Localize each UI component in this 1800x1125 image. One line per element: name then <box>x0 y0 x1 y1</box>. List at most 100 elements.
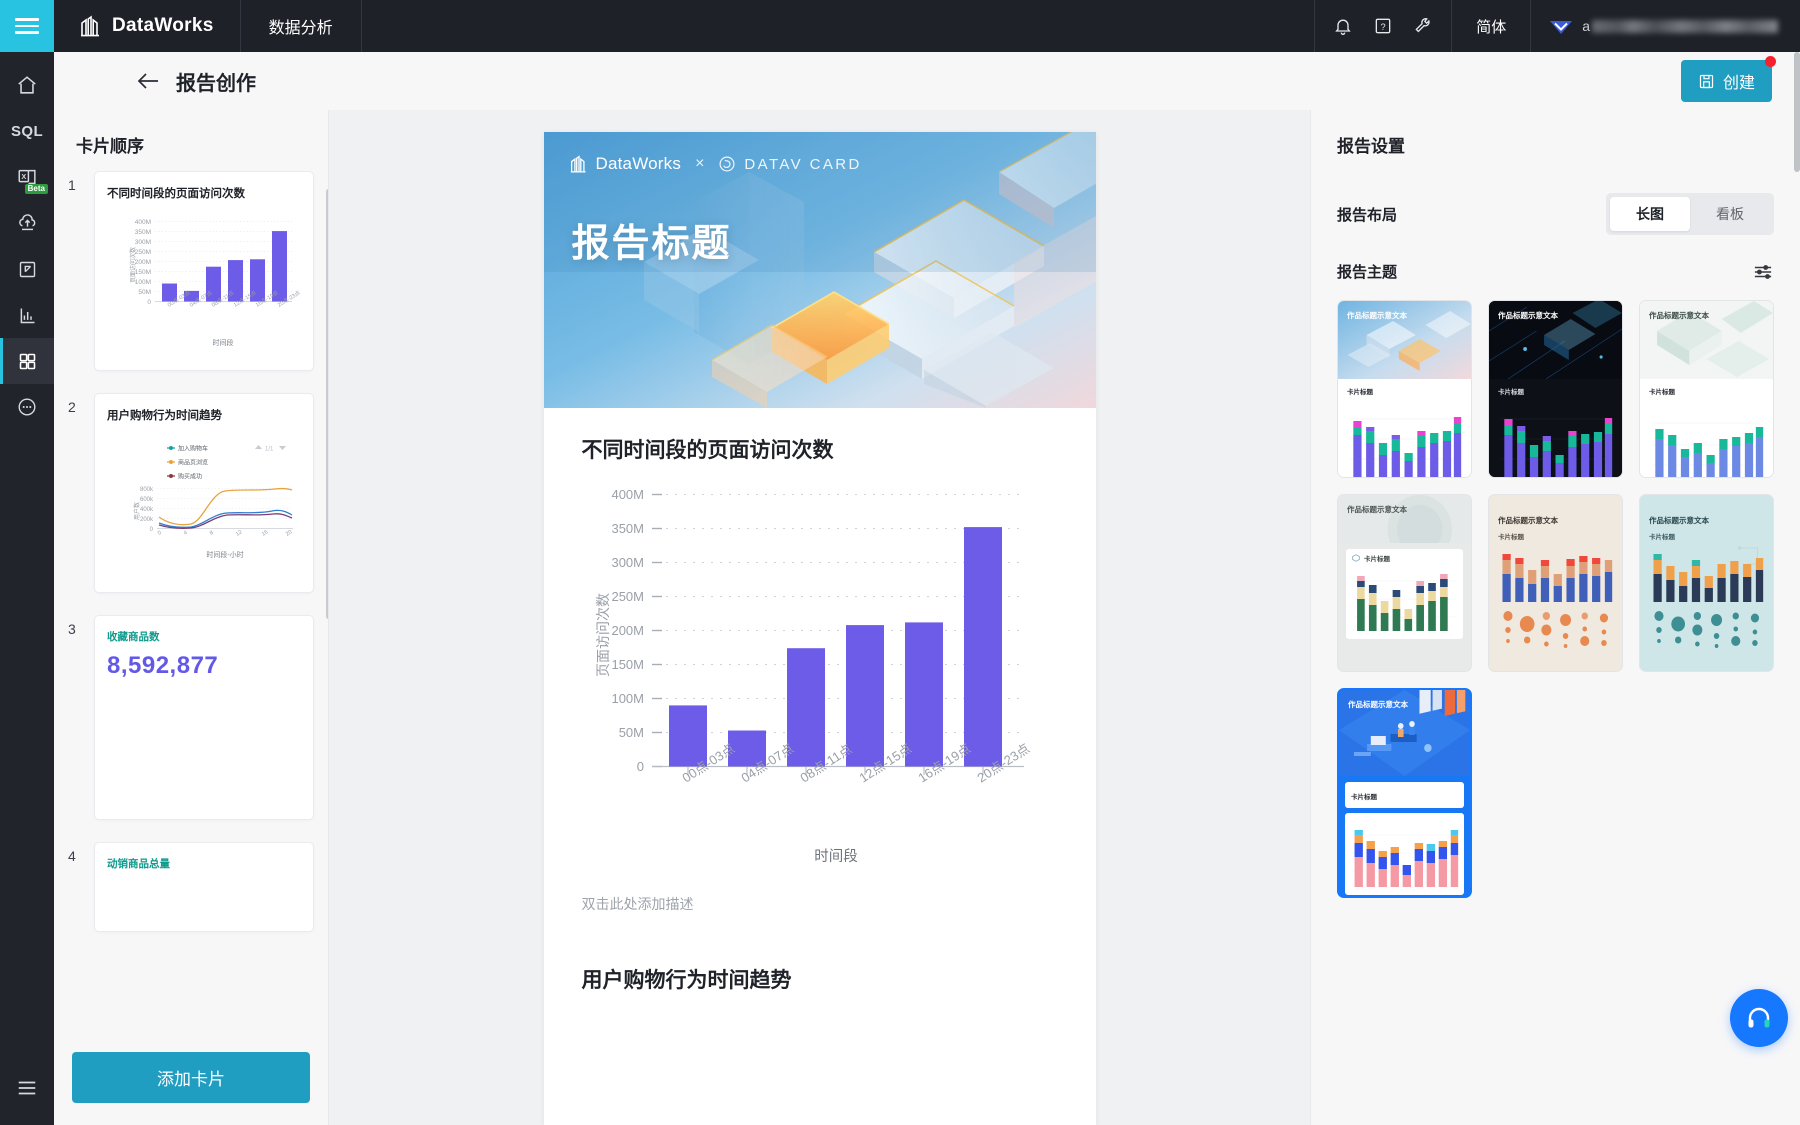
report-document: DataWorks × DATAV CARD 报告标题 不同时间段的页面访问次数… <box>543 132 1096 1125</box>
section-description-placeholder[interactable]: 双击此处添加描述 <box>582 872 1058 964</box>
rail-item-home[interactable] <box>0 62 54 108</box>
report-banner[interactable]: DataWorks × DATAV CARD 报告标题 <box>543 132 1096 408</box>
svg-text:250M: 250M <box>611 589 644 604</box>
layout-segmented-control[interactable]: 长图 看板 <box>1606 193 1774 235</box>
rail-item-analytics[interactable] <box>0 292 54 338</box>
user-name: a <box>1582 18 1778 34</box>
layout-option-long[interactable]: 长图 <box>1610 197 1690 231</box>
help-assistant-button[interactable] <box>1730 989 1788 1047</box>
svg-text:200M: 200M <box>135 259 151 266</box>
wrench-icon[interactable] <box>1405 8 1441 44</box>
rail-item-component[interactable] <box>0 246 54 292</box>
settings-title: 报告设置 <box>1337 137 1405 156</box>
svg-text:150M: 150M <box>135 269 151 276</box>
svg-text:16: 16 <box>261 529 269 537</box>
section-title[interactable]: 用户购物行为时间趋势 <box>582 964 1058 994</box>
section-title[interactable]: 不同时间段的页面访问次数 <box>582 434 1058 464</box>
theme-card-icon <box>1352 554 1360 562</box>
language-switch[interactable]: 简体 <box>1452 0 1532 52</box>
create-button-label: 创建 <box>1722 75 1755 92</box>
save-disk-icon <box>1698 73 1715 90</box>
rail-item-upload[interactable] <box>0 200 54 246</box>
layout-option-board[interactable]: 看板 <box>1690 197 1770 231</box>
sliders-icon[interactable] <box>1752 263 1774 281</box>
mini-card-title: 用户购物行为时间趋势 <box>107 410 222 422</box>
page-scrollbar[interactable] <box>1794 52 1800 172</box>
bell-icon[interactable] <box>1325 8 1361 44</box>
hamburger-icon[interactable] <box>0 0 54 52</box>
svg-text:600k: 600k <box>140 497 154 503</box>
list-item[interactable]: 2 用户购物行为时间趋势 加入购物车 商品页浏览 购买成功 1/1 800k 6… <box>68 393 314 593</box>
theme-dark-tech[interactable]: 作品标题示意文本 卡片标题 <box>1488 300 1623 478</box>
add-card-button[interactable]: 添加卡片 <box>72 1052 310 1103</box>
theme-glass-white[interactable]: 作品标题示意文本 卡片标题 <box>1639 300 1774 478</box>
arrow-left-icon[interactable] <box>136 72 160 90</box>
svg-text:1/1: 1/1 <box>265 447 274 453</box>
rail-item-collapse[interactable] <box>0 1065 54 1111</box>
cards-panel: 卡片顺序 1 不同时间段的页面访问次数 400M 350M 300M 250M … <box>54 110 329 1125</box>
settings-panel: 报告设置 报告布局 长图 看板 报告主题 作品标题示意文本 卡片标题 作品标题示… <box>1310 110 1800 1125</box>
rail-item-sql[interactable]: SQL <box>0 108 54 154</box>
svg-text:400M: 400M <box>135 219 151 226</box>
topbar-spacer <box>362 0 1316 52</box>
banner-datav-logo: DATAV CARD <box>718 155 861 173</box>
page-title: 报告创作 <box>176 72 256 95</box>
theme-soft-gray[interactable]: 作品标题示意文本 卡片标题 <box>1337 494 1472 672</box>
svg-text:商品页浏览: 商品页浏览 <box>178 459 208 467</box>
theme-warm-beige[interactable]: 作品标题示意文本 卡片标题 <box>1488 494 1623 672</box>
menu-bars-icon <box>16 1079 38 1097</box>
theme-sample-title: 作品标题示意文本 <box>1498 516 1558 525</box>
user-menu[interactable]: a <box>1531 0 1800 52</box>
main-column: 报告创作 创建 卡片顺序 1 不同时间段的页面访问次数 400M 350M 30… <box>54 52 1800 1125</box>
theme-sample-card-title: 卡片标题 <box>1364 556 1390 563</box>
card-index: 3 <box>68 621 76 637</box>
nav-item-data-analysis[interactable]: 数据分析 <box>241 0 362 52</box>
banner-logo-right-label: DATAV CARD <box>744 155 862 173</box>
theme-sample-title: 作品标题示意文本 <box>1498 311 1558 320</box>
svg-text:300M: 300M <box>135 239 151 246</box>
mini-card-kpi[interactable]: 收藏商品数 8,592,877 <box>94 615 314 820</box>
svg-text:50M: 50M <box>618 725 643 740</box>
svg-text:页面访问次数: 页面访问次数 <box>129 247 137 283</box>
rail-item-excel[interactable]: X Beta <box>0 154 54 200</box>
banner-logo-left-label: DataWorks <box>595 154 682 173</box>
topbar-right: ? 简体 a <box>1315 0 1800 52</box>
home-icon <box>16 74 38 96</box>
svg-text:250M: 250M <box>135 249 151 256</box>
theme-sample-title: 作品标题示意文本 <box>1347 505 1407 514</box>
card-index: 1 <box>68 177 76 193</box>
theme-blue-office[interactable]: 作品标题示意文本 卡片标题 <box>1337 688 1472 898</box>
report-canvas[interactable]: DataWorks × DATAV CARD 报告标题 不同时间段的页面访问次数… <box>329 110 1310 1125</box>
mini-bar-chart: 400M 350M 300M 250M 200M 150M 100M 50M 0… <box>107 207 302 357</box>
mini-card-kpi[interactable]: 动销商品总量 <box>94 842 314 932</box>
theme-label: 报告主题 <box>1337 264 1398 281</box>
create-button[interactable]: 创建 <box>1680 56 1776 102</box>
list-item[interactable]: 4 动销商品总量 <box>68 842 314 932</box>
svg-text:300M: 300M <box>611 555 644 570</box>
svg-text:350M: 350M <box>611 521 644 536</box>
cards-panel-scrollbar[interactable] <box>326 189 328 619</box>
svg-text:150M: 150M <box>611 657 644 672</box>
report-heading[interactable]: 报告标题 <box>572 212 732 267</box>
cards-scroll-area[interactable]: 1 不同时间段的页面访问次数 400M 350M 300M 250M 200M … <box>54 171 328 1038</box>
theme-sample-card-title: 卡片标题 <box>1649 534 1675 541</box>
help-icon[interactable]: ? <box>1365 8 1401 44</box>
svg-text:4: 4 <box>183 530 189 537</box>
theme-sample-title: 作品标题示意文本 <box>1649 311 1709 320</box>
rail-item-more[interactable] <box>0 384 54 430</box>
mini-card-bar[interactable]: 不同时间段的页面访问次数 400M 350M 300M 250M 200M 15… <box>94 171 314 371</box>
theme-light-blue[interactable]: 作品标题示意文本 卡片标题 <box>1337 300 1472 478</box>
report-section-1: 不同时间段的页面访问次数 400M 350M 300M 250M 200M 15… <box>544 408 1096 994</box>
theme-teal-circuit[interactable]: 作品标题示意文本 卡片标题 <box>1639 494 1774 672</box>
brand[interactable]: DataWorks <box>54 0 241 52</box>
list-item[interactable]: 3 收藏商品数 8,592,877 <box>68 615 314 820</box>
theme-sample-title: 作品标题示意文本 <box>1347 311 1407 320</box>
rail-item-report[interactable] <box>0 338 54 384</box>
mini-card-line[interactable]: 用户购物行为时间趋势 加入购物车 商品页浏览 购买成功 1/1 800k 600… <box>94 393 314 593</box>
theme-setting-row: 报告主题 <box>1337 261 1774 282</box>
page-header-left: 报告创作 <box>136 67 256 96</box>
list-item[interactable]: 1 不同时间段的页面访问次数 400M 350M 300M 250M 200M … <box>68 171 314 371</box>
theme-sample-chart <box>1338 399 1471 477</box>
mini-card-title: 不同时间段的页面访问次数 <box>107 188 245 200</box>
svg-text:200M: 200M <box>611 623 644 638</box>
